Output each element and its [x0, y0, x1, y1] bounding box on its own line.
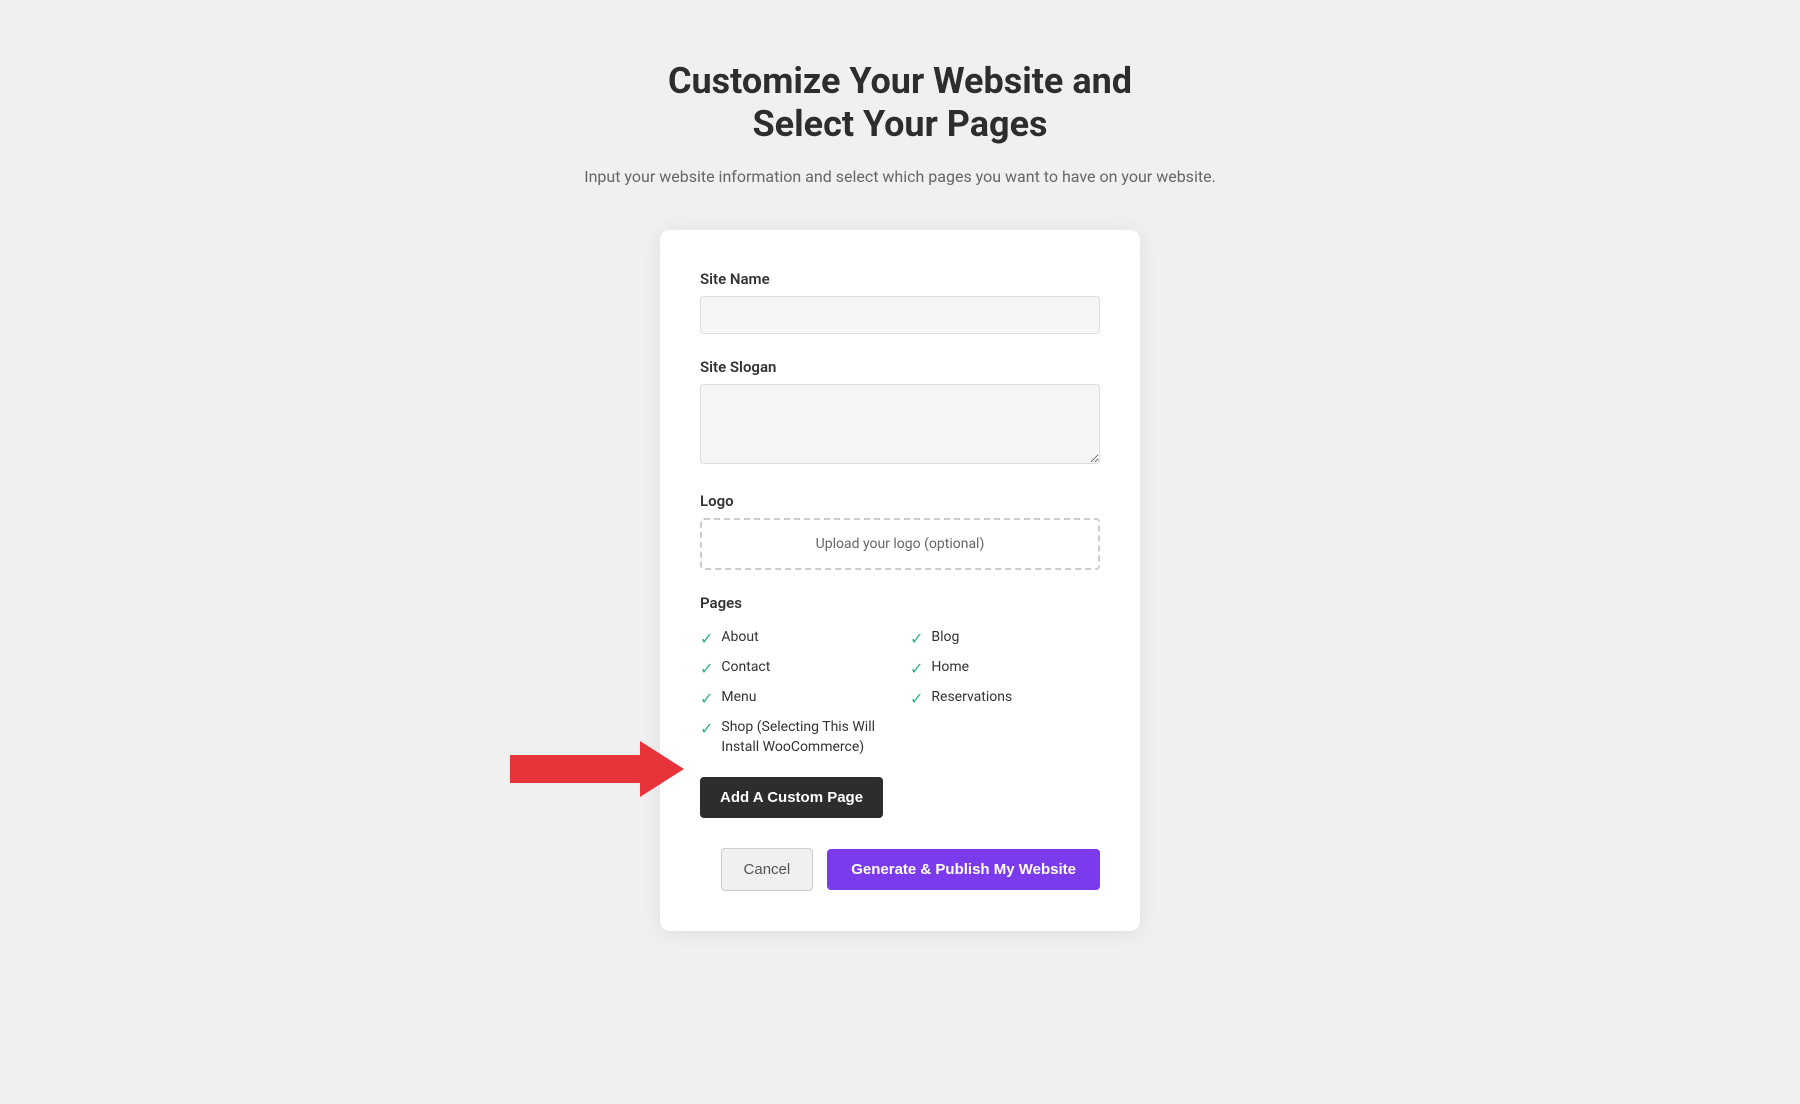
site-name-group: Site Name: [700, 270, 1100, 334]
pages-grid: ✓ About ✓ Blog ✓ Contact ✓ Home: [700, 628, 1100, 757]
page-label-menu: Menu: [721, 688, 756, 708]
page-item-reservations[interactable]: ✓ Reservations: [910, 688, 1100, 708]
arrow-head: [640, 741, 684, 797]
page-label-contact: Contact: [721, 658, 770, 678]
page-label-reservations: Reservations: [931, 688, 1012, 708]
arrow-indicator: [510, 741, 684, 797]
add-custom-page-button[interactable]: Add A Custom Page: [700, 777, 883, 818]
page-item-about[interactable]: ✓ About: [700, 628, 890, 648]
logo-upload-area[interactable]: Upload your logo (optional): [700, 518, 1100, 570]
check-icon-home: ✓: [910, 659, 923, 678]
page-label-about: About: [721, 628, 758, 648]
check-icon-menu: ✓: [700, 689, 713, 708]
site-name-label: Site Name: [700, 270, 1100, 288]
arrow-shaft: [510, 755, 640, 783]
site-slogan-input[interactable]: [700, 384, 1100, 464]
page-title: Customize Your Website and Select Your P…: [584, 60, 1216, 146]
site-slogan-label: Site Slogan: [700, 358, 1100, 376]
publish-button[interactable]: Generate & Publish My Website: [827, 849, 1100, 890]
page-item-contact[interactable]: ✓ Contact: [700, 658, 890, 678]
page-label-blog: Blog: [931, 628, 959, 648]
logo-label: Logo: [700, 492, 1100, 510]
page-label-home: Home: [931, 658, 969, 678]
check-icon-shop: ✓: [700, 719, 713, 738]
page-wrapper: Customize Your Website and Select Your P…: [20, 60, 1780, 931]
page-header: Customize Your Website and Select Your P…: [584, 60, 1216, 190]
pages-section: Pages ✓ About ✓ Blog ✓ Contact: [700, 594, 1100, 848]
page-label-shop: Shop (Selecting This Will Install WooCom…: [721, 718, 890, 757]
check-icon-reservations: ✓: [910, 689, 923, 708]
pages-label: Pages: [700, 594, 1100, 612]
footer-actions: Cancel Generate & Publish My Website: [700, 848, 1100, 891]
page-item-home[interactable]: ✓ Home: [910, 658, 1100, 678]
site-name-input[interactable]: [700, 296, 1100, 334]
page-item-shop[interactable]: ✓ Shop (Selecting This Will Install WooC…: [700, 718, 890, 757]
site-slogan-group: Site Slogan: [700, 358, 1100, 468]
page-item-menu[interactable]: ✓ Menu: [700, 688, 890, 708]
check-icon-blog: ✓: [910, 629, 923, 648]
check-icon-contact: ✓: [700, 659, 713, 678]
logo-group: Logo Upload your logo (optional): [700, 492, 1100, 570]
page-item-blog[interactable]: ✓ Blog: [910, 628, 1100, 648]
cancel-button[interactable]: Cancel: [721, 848, 814, 891]
check-icon-about: ✓: [700, 629, 713, 648]
main-card: Site Name Site Slogan Logo Upload your l…: [660, 230, 1140, 931]
page-subtitle: Input your website information and selec…: [584, 164, 1216, 190]
